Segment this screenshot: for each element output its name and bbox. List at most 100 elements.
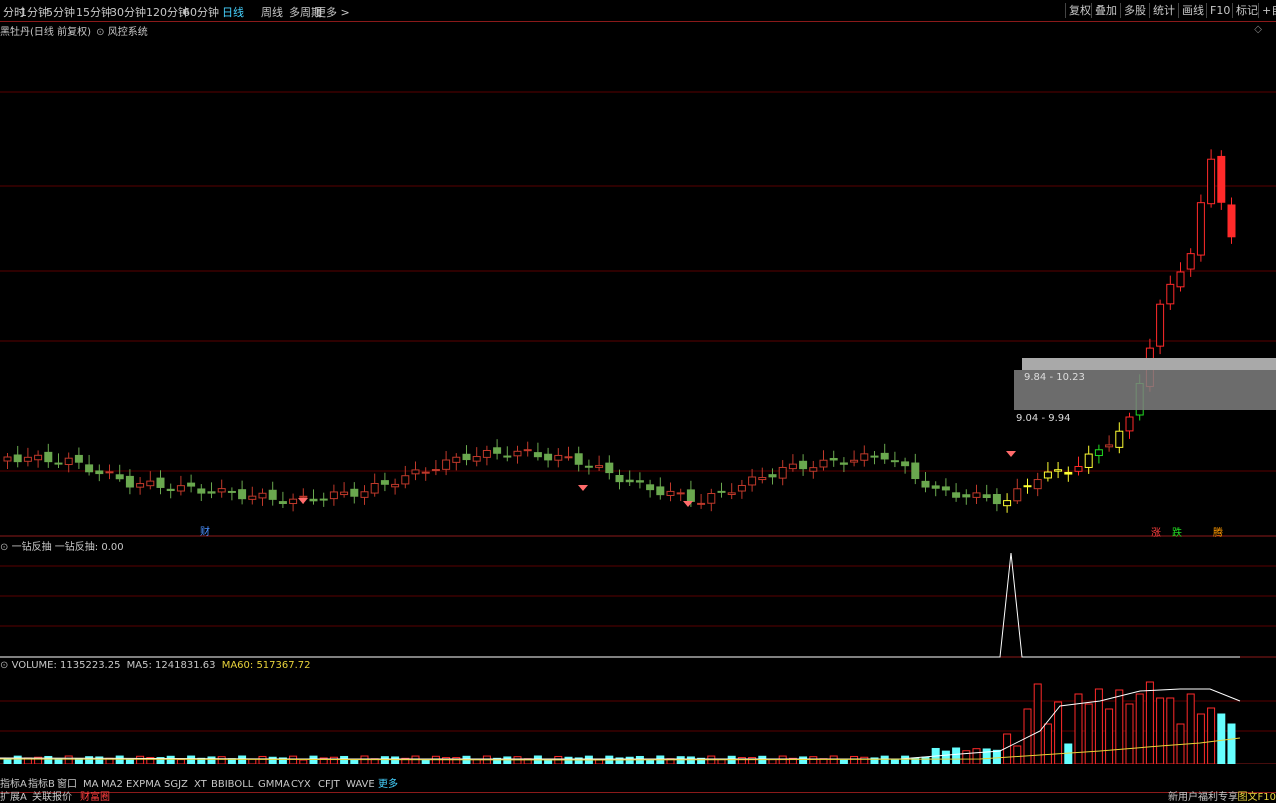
period-tab[interactable]: 5分钟 bbox=[46, 4, 75, 20]
volume-bar bbox=[268, 756, 277, 764]
stock-title: 黑牡丹(日线 前复权) bbox=[0, 27, 91, 38]
marker-zhang[interactable]: 涨 bbox=[1151, 524, 1161, 539]
candle-body bbox=[340, 491, 349, 496]
indicator-tab[interactable]: 更多 bbox=[378, 779, 398, 791]
candle-body bbox=[860, 453, 869, 461]
info-link[interactable]: 图文F10 bbox=[1238, 792, 1276, 803]
candle-body bbox=[482, 449, 491, 458]
volume-bar bbox=[1043, 723, 1052, 764]
indicator-tab[interactable]: WAVE bbox=[346, 779, 375, 791]
toolbar-button[interactable]: 画线 bbox=[1178, 3, 1207, 18]
bottom-tab[interactable]: 财富圈 bbox=[80, 792, 110, 803]
candle-body bbox=[921, 480, 930, 488]
volume-bar bbox=[1115, 689, 1124, 764]
candle-body bbox=[839, 462, 848, 465]
volume-bar bbox=[564, 756, 573, 764]
bottom-tab[interactable]: 关联报价 bbox=[32, 792, 72, 803]
period-tab[interactable]: 日线 bbox=[222, 4, 244, 20]
volume-bar bbox=[136, 755, 145, 764]
marker-die[interactable]: 跌 bbox=[1172, 524, 1182, 539]
period-tab[interactable]: 60分钟 bbox=[183, 4, 219, 20]
indicator-tab[interactable]: CYX bbox=[291, 779, 311, 791]
candle-body bbox=[972, 492, 981, 498]
candle-body bbox=[1054, 469, 1063, 472]
candle-body bbox=[941, 486, 950, 491]
volume-label[interactable]: VOLUME: bbox=[12, 660, 57, 671]
candle-body bbox=[901, 461, 910, 467]
sub-indicator-plot bbox=[0, 552, 1240, 658]
candle-body bbox=[431, 469, 440, 472]
indicator-tab[interactable]: MA bbox=[83, 779, 98, 791]
period-tab[interactable]: 周线 bbox=[261, 4, 283, 20]
period-tab[interactable]: 15分钟 bbox=[76, 4, 112, 20]
indicator-tab[interactable]: EXPMA bbox=[126, 779, 161, 791]
indicator-tab[interactable]: XT bbox=[194, 779, 207, 791]
candle-body bbox=[278, 501, 287, 505]
candle-body bbox=[605, 462, 614, 474]
period-tab[interactable]: 1分钟 bbox=[20, 4, 49, 20]
indicator-tab[interactable]: 指标A bbox=[0, 779, 27, 791]
candle-body bbox=[666, 490, 675, 496]
marker-cai[interactable]: 财 bbox=[200, 523, 210, 538]
signal-marker bbox=[578, 485, 588, 491]
volume-bar bbox=[901, 755, 910, 764]
toggle-icon[interactable]: ⊙ bbox=[0, 660, 8, 671]
candle-body bbox=[952, 492, 961, 498]
volume-ma60-line bbox=[0, 737, 1241, 761]
candle-body bbox=[44, 451, 53, 463]
volume-bar bbox=[1145, 681, 1154, 764]
indicator-tab[interactable]: SGJZ bbox=[164, 779, 188, 791]
candle-body bbox=[1023, 485, 1032, 488]
signal-marker bbox=[1006, 451, 1016, 457]
candle-body bbox=[329, 491, 338, 500]
candle-body bbox=[625, 479, 634, 483]
toolbar-button[interactable]: F10 bbox=[1206, 3, 1233, 18]
marker-teng[interactable]: 腾 bbox=[1213, 524, 1223, 539]
candle-body bbox=[74, 454, 83, 463]
volume-bar bbox=[982, 748, 991, 764]
volume-bar bbox=[686, 756, 695, 764]
candle-body bbox=[156, 477, 165, 488]
candlesticks bbox=[3, 149, 1236, 513]
toggle-icon[interactable]: ⊙ bbox=[0, 542, 8, 553]
candle-body bbox=[299, 495, 308, 498]
candle-body bbox=[370, 483, 379, 494]
volume-bar bbox=[1156, 697, 1165, 764]
candle-body bbox=[319, 498, 328, 501]
indicator-tab[interactable]: BBIBOLL bbox=[211, 779, 253, 791]
sub1-name[interactable]: 一钻反抽 bbox=[12, 542, 52, 553]
indicator-name[interactable]: 风控系统 bbox=[108, 27, 148, 38]
period-tab[interactable]: 更多 > bbox=[315, 4, 350, 20]
indicator-tab[interactable]: MA2 bbox=[101, 779, 123, 791]
candle-body bbox=[360, 491, 369, 498]
period-tab[interactable]: 30分钟 bbox=[110, 4, 146, 20]
volume-bar bbox=[1125, 703, 1134, 764]
sub1-line bbox=[0, 552, 1240, 658]
toolbar-button[interactable]: 复权 bbox=[1065, 3, 1094, 18]
candle-body bbox=[829, 457, 838, 461]
candle-body bbox=[23, 456, 32, 462]
candle-body bbox=[1084, 453, 1093, 468]
candle-body bbox=[309, 498, 318, 502]
toolbar-button[interactable]: 叠加 bbox=[1091, 3, 1120, 18]
promo-text[interactable]: 新用户福利专享 bbox=[1168, 792, 1238, 803]
volume-bar bbox=[1064, 743, 1073, 764]
candle-body bbox=[697, 502, 706, 505]
toggle-icon[interactable]: ⊙ bbox=[96, 27, 104, 38]
volume-bar bbox=[1084, 703, 1093, 764]
candle-body bbox=[523, 449, 532, 452]
indicator-tab[interactable]: 窗口 bbox=[57, 779, 77, 791]
indicator-tab[interactable]: CFJT bbox=[318, 779, 340, 791]
toolbar-button[interactable]: +自 bbox=[1258, 3, 1276, 18]
volume-bar bbox=[850, 755, 859, 764]
bottom-tab[interactable]: 扩展A bbox=[0, 792, 27, 803]
toolbar-button[interactable]: 多股 bbox=[1120, 3, 1149, 18]
toolbar-button[interactable]: 统计 bbox=[1149, 3, 1178, 18]
candle-body bbox=[707, 493, 716, 504]
kline-chart-area[interactable]: 2021年101112122022/02/14/一3模析 bbox=[0, 21, 1276, 764]
volume-bar bbox=[1033, 683, 1042, 764]
indicator-tab[interactable]: 指标B bbox=[28, 779, 55, 791]
indicator-tab[interactable]: GMMA bbox=[258, 779, 290, 791]
toolbar-button[interactable]: 标记 bbox=[1232, 3, 1261, 18]
diamond-icon[interactable]: ◇ bbox=[1254, 24, 1262, 35]
